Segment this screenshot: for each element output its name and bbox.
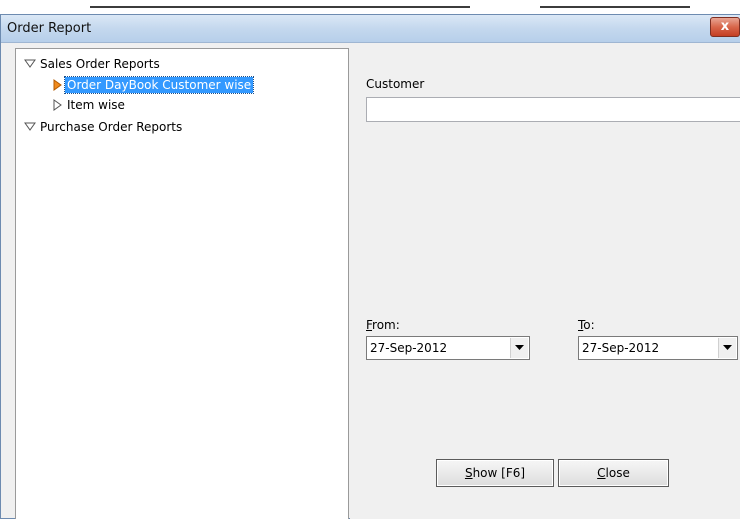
to-date-picker[interactable]: 27-Sep-2012 xyxy=(578,336,738,360)
from-date-value: 27-Sep-2012 xyxy=(370,341,448,355)
to-label: To: xyxy=(578,318,595,332)
close-window-button[interactable]: x xyxy=(710,17,740,37)
tree-item-label: Item wise xyxy=(67,98,125,112)
to-date-value: 27-Sep-2012 xyxy=(582,341,660,355)
title-bar[interactable]: Order Report x xyxy=(1,15,740,43)
background-line xyxy=(90,6,470,8)
from-date-picker[interactable]: 27-Sep-2012 xyxy=(366,336,530,360)
background-strip xyxy=(0,0,740,14)
tree-item-label: Sales Order Reports xyxy=(40,57,160,71)
report-tree[interactable]: Sales Order Reports Order DayBook Custom… xyxy=(15,48,349,519)
tree-item-label: Purchase Order Reports xyxy=(40,120,183,134)
tree-item-item-wise[interactable]: Item wise xyxy=(49,96,127,114)
expanded-triangle-icon[interactable] xyxy=(22,57,38,71)
tree-item-purchase-order-reports[interactable]: Purchase Order Reports xyxy=(22,118,184,136)
window-title: Order Report xyxy=(7,21,92,36)
show-button[interactable]: Show [F6] xyxy=(436,459,554,487)
from-label: From: xyxy=(366,318,400,332)
chevron-down-icon[interactable] xyxy=(718,338,736,358)
expanded-triangle-icon[interactable] xyxy=(22,120,38,134)
chevron-down-icon[interactable] xyxy=(510,338,528,358)
tree-item-label: Order DayBook Customer wise xyxy=(63,76,255,94)
collapsed-arrow-icon xyxy=(49,98,65,112)
play-arrow-icon xyxy=(49,78,65,92)
background-line xyxy=(540,6,690,8)
close-button[interactable]: Close xyxy=(558,459,669,487)
customer-input[interactable] xyxy=(366,97,740,122)
tree-item-order-daybook-customer-wise[interactable]: Order DayBook Customer wise xyxy=(49,76,255,94)
tree-item-sales-order-reports[interactable]: Sales Order Reports xyxy=(22,55,162,73)
order-report-window: Order Report x Sales Order Reports Order… xyxy=(0,14,740,519)
report-options-panel: Customer From: 27-Sep-2012 To: 27-Sep-20… xyxy=(350,48,740,519)
customer-label: Customer xyxy=(366,77,425,91)
close-icon: x xyxy=(720,19,730,34)
